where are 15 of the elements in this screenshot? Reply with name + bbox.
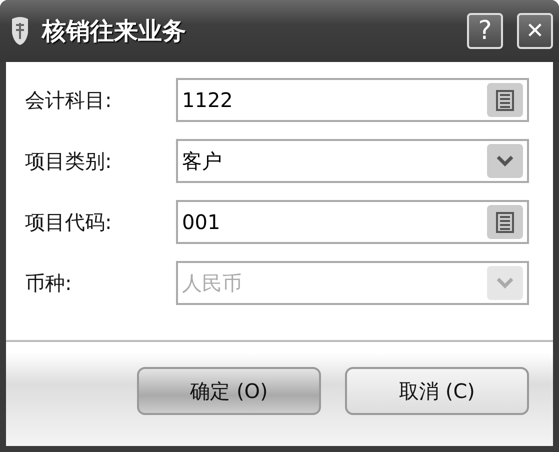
dialog-button[interactable]: 取消 (C) [345, 367, 529, 415]
field-label: 项目类别: [25, 148, 113, 174]
close-button[interactable]: ✕ [517, 13, 553, 49]
window-title: 核销往来业务 [42, 16, 187, 47]
field-label: 项目代码: [25, 208, 113, 236]
field-label: 币种: [25, 270, 73, 296]
chevron-down-icon[interactable] [487, 144, 523, 178]
help-button[interactable]: ? [467, 13, 503, 49]
dialog-button[interactable]: 确定 (O) [137, 367, 321, 415]
input-field[interactable]: 001 [176, 200, 529, 244]
field-label: 会计科目: [25, 86, 113, 114]
dropdown-field[interactable]: 客户 [176, 139, 529, 183]
list-icon[interactable] [487, 83, 523, 117]
list-icon[interactable] [487, 205, 523, 239]
input-field[interactable]: 1122 [176, 78, 529, 122]
